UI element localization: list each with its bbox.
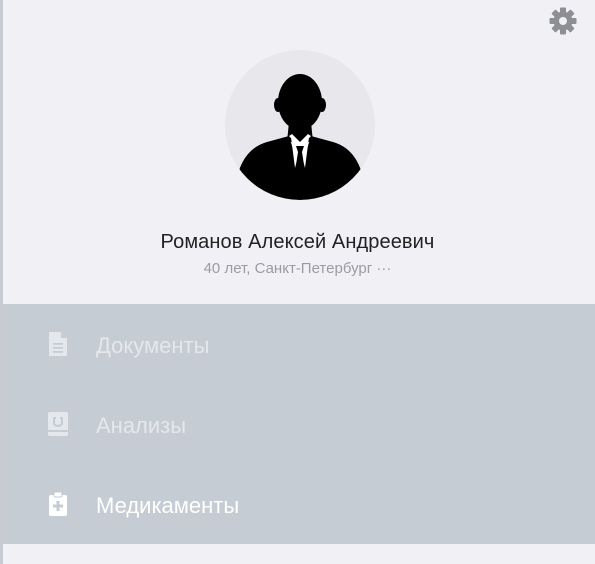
avatar[interactable]: [225, 50, 375, 200]
menu-item-tests[interactable]: Анализы: [3, 384, 595, 464]
menu-item-label: Анализы: [96, 413, 187, 438]
profile-meta[interactable]: 40 лет, Санкт-Петербург ···: [0, 260, 595, 277]
menu-item-label: Медикаменты: [96, 493, 240, 518]
medical-clipboard-icon: [49, 491, 67, 516]
bottom-strip: [3, 544, 595, 564]
settings-button[interactable]: [547, 5, 579, 37]
profile-name: Романов Алексей Андреевич: [160, 231, 435, 253]
lab-tests-icon: [48, 412, 68, 436]
menu-item-medications[interactable]: Медикаменты: [3, 464, 595, 544]
person-silhouette-icon: [225, 50, 375, 200]
menu-item-documents[interactable]: Документы: [3, 304, 595, 384]
menu-item-label: Документы: [96, 333, 210, 358]
document-icon: [49, 332, 67, 356]
navigation-menu: Документы Анализы Медикаменты: [3, 304, 595, 544]
gear-icon: [549, 7, 577, 35]
